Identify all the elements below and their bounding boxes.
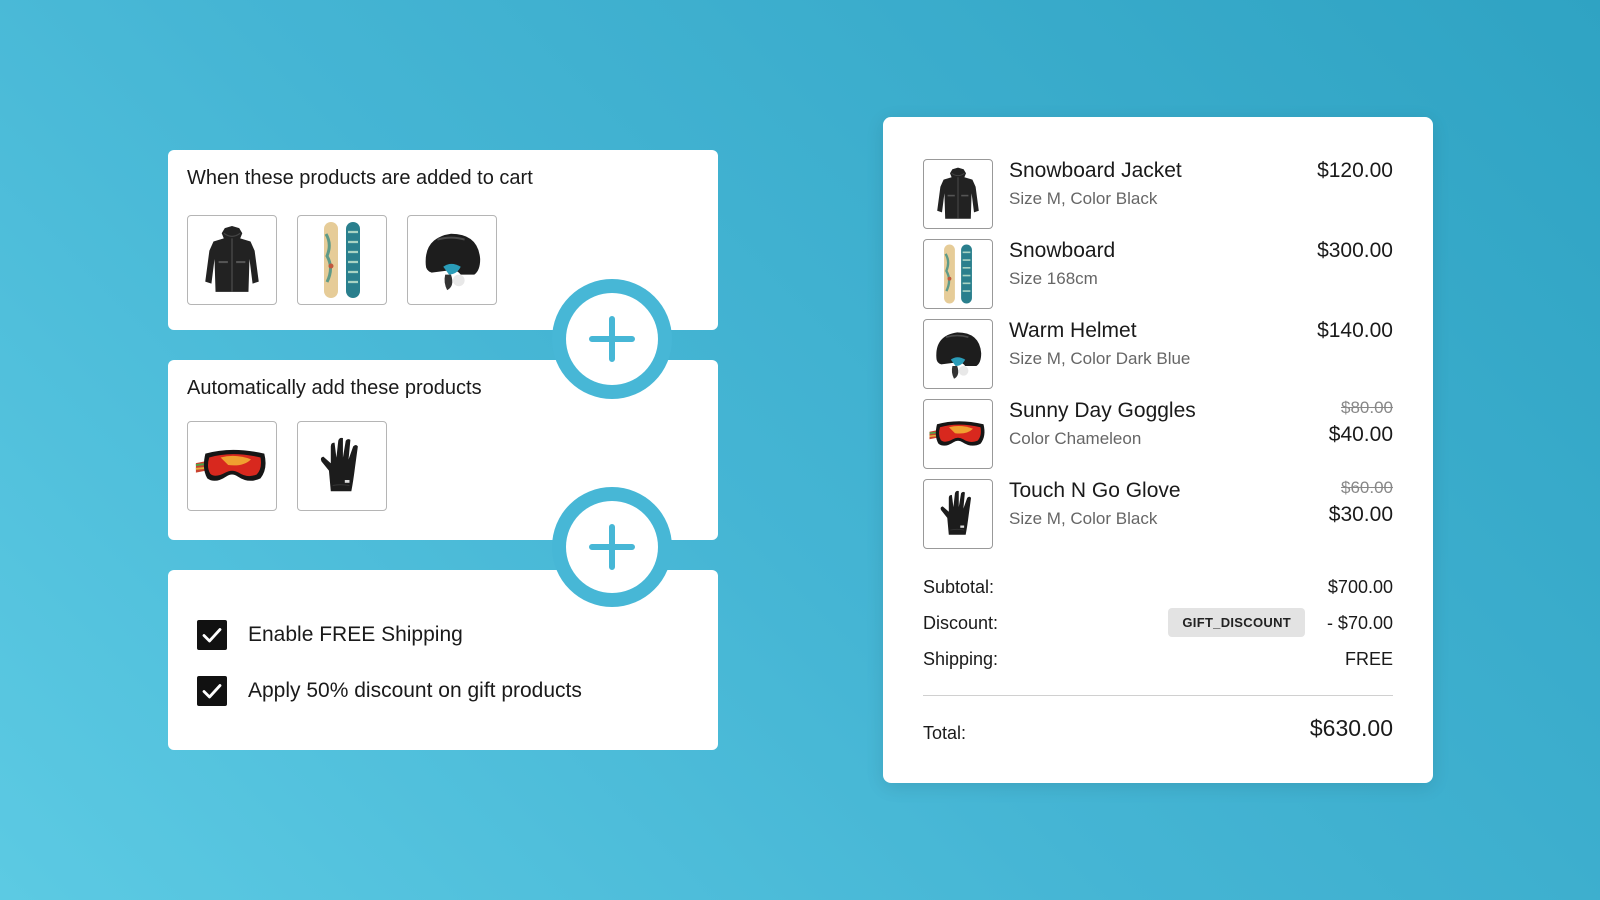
plus-connector-2 bbox=[552, 487, 672, 607]
plus-icon bbox=[588, 523, 636, 571]
cart-item-variant: Color Chameleon bbox=[1009, 429, 1142, 448]
summary-divider bbox=[923, 695, 1393, 696]
plus-connector-1 bbox=[552, 279, 672, 399]
cart-item-original-price: $80.00 bbox=[1341, 398, 1393, 417]
total-value: $630.00 bbox=[1309, 715, 1393, 741]
cart-item[interactable]: Snowboard Size 168cm $300.00 bbox=[923, 239, 1393, 319]
cart-summary: Subtotal: $700.00 Discount: GIFT_DISCOUN… bbox=[923, 577, 1393, 685]
goggles-image bbox=[194, 442, 270, 490]
discount-label: Discount: bbox=[923, 613, 999, 633]
cart-item-variant: Size M, Color Dark Blue bbox=[1009, 349, 1191, 368]
trigger-product-snowboard[interactable] bbox=[297, 215, 387, 305]
total-row: Total: $630.00 bbox=[923, 715, 1393, 747]
discount-code-badge: GIFT_DISCOUNT bbox=[1168, 608, 1305, 637]
subtotal-value: $700.00 bbox=[1327, 577, 1393, 597]
cart-item-name: Snowboard Jacket bbox=[1009, 159, 1182, 182]
goggles-image bbox=[928, 415, 988, 453]
cart-item-variant: Size M, Color Black bbox=[1009, 189, 1158, 208]
trigger-card-title: When these products are added to cart bbox=[187, 167, 533, 189]
cart-panel: Snowboard Jacket Size M, Color Black $12… bbox=[883, 117, 1433, 783]
shipping-value: FREE bbox=[1344, 649, 1393, 669]
cart-item-name: Sunny Day Goggles bbox=[1009, 399, 1196, 422]
plus-icon bbox=[588, 315, 636, 363]
cart-item-price: $40.00 bbox=[1328, 423, 1393, 446]
helmet-image bbox=[418, 226, 486, 294]
cart-item-thumbnail bbox=[923, 159, 993, 229]
cart-item-price: $30.00 bbox=[1328, 503, 1393, 526]
check-icon bbox=[200, 623, 224, 647]
cart-item-name: Snowboard bbox=[1009, 239, 1116, 262]
gift-discount-checkbox[interactable] bbox=[197, 676, 227, 706]
snowboard-jacket-image bbox=[934, 166, 982, 222]
cart-item-price: $140.00 bbox=[1317, 319, 1393, 342]
shipping-row: Shipping: FREE bbox=[923, 649, 1393, 685]
trigger-product-list bbox=[187, 215, 497, 305]
cart-item-list: Snowboard Jacket Size M, Color Black $12… bbox=[923, 159, 1393, 559]
cart-item[interactable]: Touch N Go Glove Size M, Color Black $60… bbox=[923, 478, 1393, 559]
auto-add-product-goggles[interactable] bbox=[187, 421, 277, 511]
cart-item-name: Warm Helmet bbox=[1009, 319, 1137, 342]
snowboard-image bbox=[938, 243, 978, 305]
cart-item-price: $120.00 bbox=[1317, 159, 1393, 182]
discount-row: Discount: GIFT_DISCOUNT - $70.00 bbox=[923, 608, 1393, 649]
cart-item-original-price: $60.00 bbox=[1341, 478, 1393, 497]
snowboard-image bbox=[317, 220, 367, 300]
auto-add-product-glove[interactable] bbox=[297, 421, 387, 511]
cart-item-thumbnail bbox=[923, 319, 993, 389]
cart-item-name: Touch N Go Glove bbox=[1009, 479, 1181, 502]
glove-image bbox=[314, 433, 370, 499]
trigger-product-helmet[interactable] bbox=[407, 215, 497, 305]
cart-item[interactable]: Sunny Day Goggles Color Chameleon $80.00… bbox=[923, 398, 1393, 479]
subtotal-label: Subtotal: bbox=[923, 577, 995, 597]
free-shipping-checkbox[interactable] bbox=[197, 620, 227, 650]
trigger-product-jacket[interactable] bbox=[187, 215, 277, 305]
cart-item-price: $300.00 bbox=[1317, 239, 1393, 262]
auto-add-card-title: Automatically add these products bbox=[187, 377, 482, 399]
discount-value: - $70.00 bbox=[1326, 613, 1393, 633]
subtotal-row: Subtotal: $700.00 bbox=[923, 577, 1393, 613]
free-shipping-label: Enable FREE Shipping bbox=[248, 623, 463, 646]
check-icon bbox=[200, 679, 224, 703]
auto-add-product-list bbox=[187, 421, 387, 511]
cart-item[interactable]: Snowboard Jacket Size M, Color Black $12… bbox=[923, 159, 1393, 239]
cart-item-variant: Size M, Color Black bbox=[1009, 509, 1158, 528]
free-shipping-option[interactable]: Enable FREE Shipping bbox=[197, 620, 463, 650]
gift-discount-label: Apply 50% discount on gift products bbox=[248, 679, 582, 702]
glove-image bbox=[935, 487, 981, 541]
gift-discount-option[interactable]: Apply 50% discount on gift products bbox=[197, 676, 582, 706]
cart-item-thumbnail bbox=[923, 479, 993, 549]
cart-item[interactable]: Warm Helmet Size M, Color Dark Blue $140… bbox=[923, 319, 1393, 399]
cart-item-thumbnail bbox=[923, 239, 993, 309]
snowboard-jacket-image bbox=[201, 224, 263, 296]
cart-item-variant: Size 168cm bbox=[1009, 269, 1098, 288]
helmet-image bbox=[930, 326, 986, 382]
total-label: Total: bbox=[923, 723, 967, 743]
shipping-label: Shipping: bbox=[923, 649, 999, 669]
cart-item-thumbnail bbox=[923, 399, 993, 469]
